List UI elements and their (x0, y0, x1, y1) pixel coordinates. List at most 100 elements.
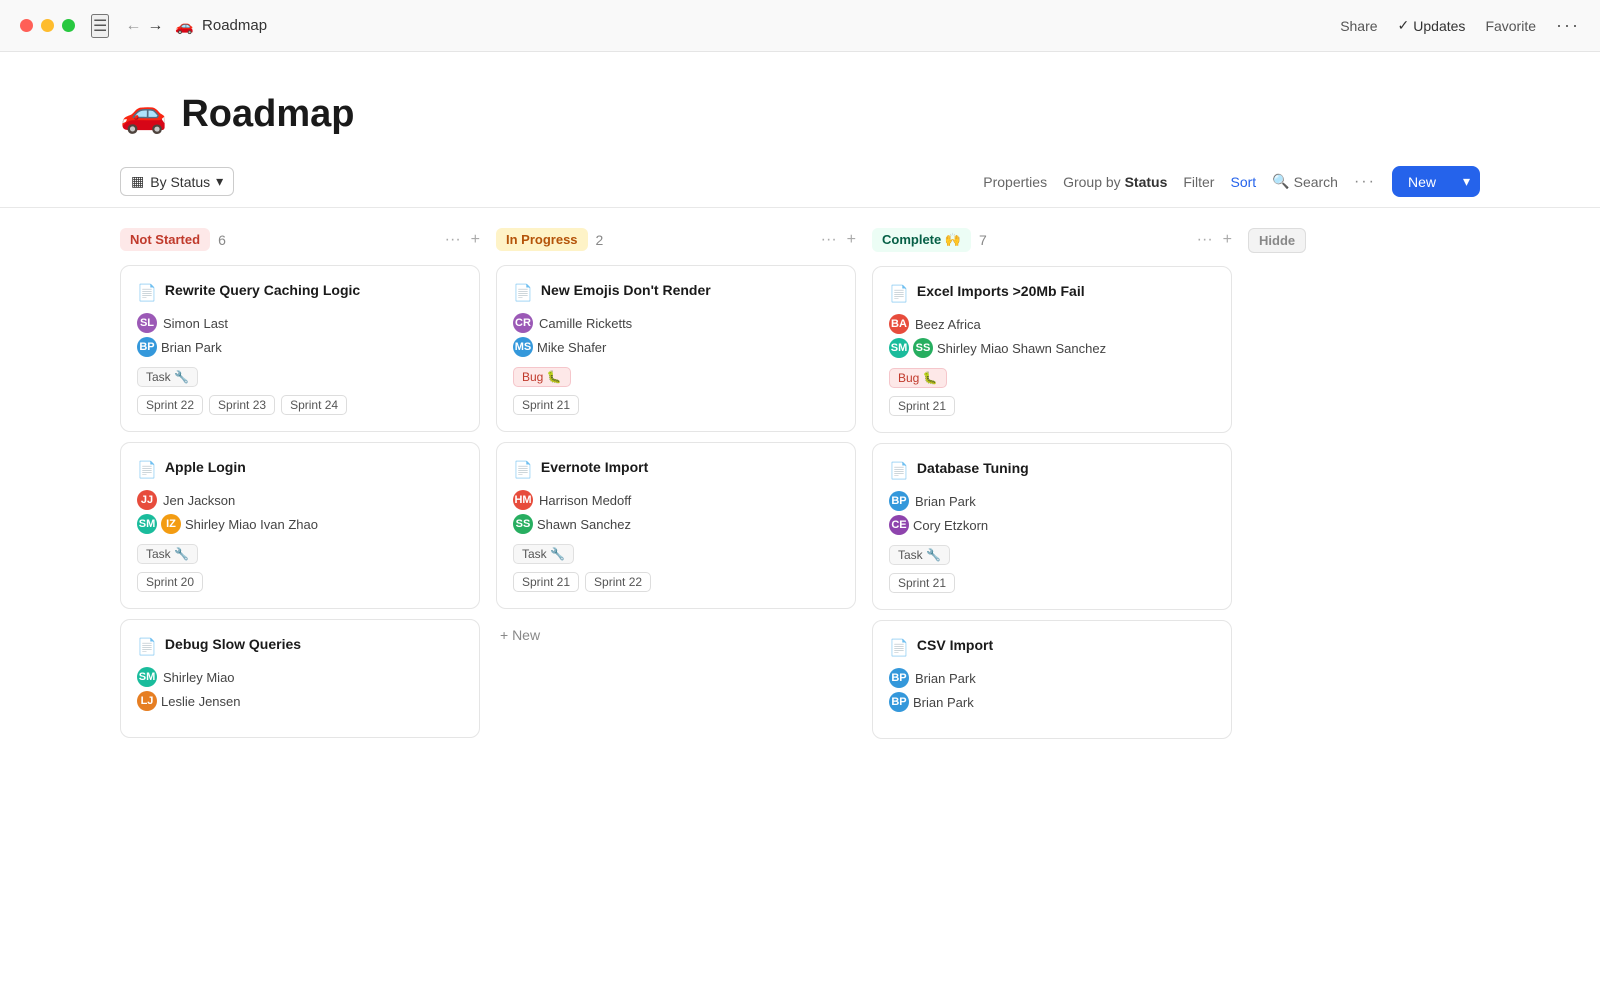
column-actions: ··· + (1197, 231, 1232, 249)
card-tags: Task 🔧 (513, 544, 839, 564)
new-button[interactable]: New ▾ (1392, 166, 1480, 197)
sort-button[interactable]: Sort (1230, 174, 1256, 190)
assignee-row: SSShawn Sanchez (513, 514, 839, 534)
assignee-name: Brian Park (161, 340, 222, 355)
maximize-button[interactable] (62, 19, 75, 32)
sprints-row: Sprint 21 (889, 396, 1215, 416)
card[interactable]: 📄 CSV Import BPBrian ParkBPBrian Park (872, 620, 1232, 739)
column-add-button[interactable]: + (847, 231, 856, 249)
card-tag: Task 🔧 (137, 367, 198, 387)
column-add-button[interactable]: + (1223, 231, 1232, 249)
sprints-row: Sprint 21Sprint 22 (513, 572, 839, 592)
page-emoji-icon: 🚗 (175, 17, 194, 35)
sprints-row: Sprint 21 (513, 395, 839, 415)
new-btn-chevron-icon[interactable]: ▾ (1453, 166, 1480, 197)
document-icon: 📄 (137, 283, 157, 303)
close-button[interactable] (20, 19, 33, 32)
assignee-row: BABeez Africa (889, 314, 1215, 334)
sprint-tag: Sprint 20 (137, 572, 203, 592)
sprint-tag: Sprint 21 (889, 573, 955, 593)
check-icon: ✓ (1398, 17, 1410, 34)
avatar: BP (889, 668, 909, 688)
card[interactable]: 📄Excel Imports >20Mb FailBABeez AfricaSM… (872, 266, 1232, 433)
assignee-name: Harrison Medoff (539, 493, 631, 508)
favorite-button[interactable]: Favorite (1485, 18, 1536, 34)
card-title: Apple Login (165, 459, 246, 475)
search-icon: 🔍 (1272, 173, 1289, 190)
updates-button[interactable]: ✓ Updates (1398, 17, 1466, 34)
document-icon: 📄 (889, 638, 909, 658)
hidden-column-partial: Hidde (1248, 228, 1328, 980)
column-actions: ··· + (445, 231, 480, 249)
status-badge: Complete 🙌 (872, 228, 971, 252)
document-icon: 📄 (513, 460, 533, 480)
by-status-button[interactable]: ▦ By Status ▾ (120, 167, 234, 196)
sprint-tag: Sprint 21 (513, 572, 579, 592)
page-header: 🚗 Roadmap (0, 52, 1600, 156)
card-assignees: HM Harrison Medoff SSShawn Sanchez (513, 490, 839, 534)
properties-button[interactable]: Properties (983, 174, 1047, 190)
card-tags: Task 🔧 (137, 544, 463, 564)
assignee-name: Shirley Miao (163, 670, 235, 685)
card-assignees: BPBrian ParkBPBrian Park (889, 668, 1215, 712)
search-button[interactable]: 🔍 Search (1272, 173, 1338, 190)
column-more-button[interactable]: ··· (445, 231, 461, 249)
status-badge: In Progress (496, 228, 588, 251)
titlebar-page-title: Roadmap (202, 17, 267, 34)
column-count: 6 (218, 232, 226, 248)
back-button[interactable]: ← (125, 17, 141, 35)
page-icon-title: 🚗 Roadmap (175, 17, 267, 35)
sprint-tag: Sprint 21 (889, 396, 955, 416)
more-options-button[interactable]: ··· (1556, 15, 1580, 36)
hidden-column-header: Hidde (1248, 228, 1328, 253)
assignee-row: CECory Etzkorn (889, 515, 1215, 535)
card-title-row: 📄Excel Imports >20Mb Fail (889, 283, 1215, 304)
assignee-row: SMIZShirley Miao Ivan Zhao (137, 514, 463, 534)
card-title-row: 📄Debug Slow Queries (137, 636, 463, 657)
add-new-row[interactable]: + New (496, 619, 856, 651)
column-count: 2 (596, 232, 604, 248)
grid-icon: ▦ (131, 173, 144, 190)
card-title: CSV Import (917, 637, 993, 653)
toolbar-more-button[interactable]: ··· (1354, 173, 1376, 191)
sprints-row: Sprint 22Sprint 23Sprint 24 (137, 395, 463, 415)
minimize-button[interactable] (41, 19, 54, 32)
column-more-button[interactable]: ··· (1197, 231, 1213, 249)
column-count: 7 (979, 232, 987, 248)
card[interactable]: 📄Debug Slow QueriesSMShirley MiaoLJLesli… (120, 619, 480, 738)
board: Not Started 6 ··· + 📄Rewrite Query Caching L… (0, 208, 1600, 1000)
card[interactable]: 📄Database TuningBPBrian ParkCECory Etzko… (872, 443, 1232, 610)
avatar: SL (137, 313, 157, 333)
forward-button[interactable]: → (147, 17, 163, 35)
sprints-row: Sprint 21 (889, 573, 1215, 593)
menu-button[interactable]: ☰ (91, 14, 109, 38)
assignee-name: Camille Ricketts (539, 316, 632, 331)
nav-arrows: ← → (125, 17, 163, 35)
avatar: HM (513, 490, 533, 510)
card-title: Excel Imports >20Mb Fail (917, 283, 1085, 299)
card-tags: Task 🔧 (889, 545, 1215, 565)
column-in-progress: In Progress 2 ··· + 📄New Emojis Don't Render… (496, 228, 856, 980)
column-add-button[interactable]: + (471, 231, 480, 249)
card-assignees: JJJen JacksonSMIZShirley Miao Ivan Zhao (137, 490, 463, 534)
share-button[interactable]: Share (1340, 18, 1377, 34)
card[interactable]: 📄Apple LoginJJJen JacksonSMIZShirley Mia… (120, 442, 480, 609)
titlebar: ☰ ← → 🚗 Roadmap Share ✓ Updates Favorite… (0, 0, 1600, 52)
avatar: BP (889, 491, 909, 511)
card[interactable]: 📄 Evernote Import HM Harrison Medoff SSShawn… (496, 442, 856, 609)
assignee-name: Shirley Miao Shawn Sanchez (937, 341, 1106, 356)
status-badge: Not Started (120, 228, 210, 251)
card[interactable]: 📄Rewrite Query Caching LogicSLSimon Last… (120, 265, 480, 432)
card-title-row: 📄Rewrite Query Caching Logic (137, 282, 463, 303)
card-title: Evernote Import (541, 459, 648, 475)
group-by-label: Group by Status (1063, 174, 1167, 190)
card-title-row: 📄 Evernote Import (513, 459, 839, 480)
column-actions: ··· + (821, 231, 856, 249)
column-more-button[interactable]: ··· (821, 231, 837, 249)
page-title: Roadmap (181, 93, 354, 136)
document-icon: 📄 (889, 461, 909, 481)
card-title-row: 📄 CSV Import (889, 637, 1215, 658)
filter-button[interactable]: Filter (1183, 174, 1214, 190)
avatar: SS (513, 514, 533, 534)
card[interactable]: 📄New Emojis Don't RenderCRCamille Ricket… (496, 265, 856, 432)
